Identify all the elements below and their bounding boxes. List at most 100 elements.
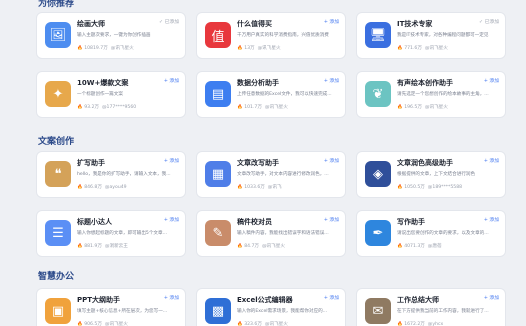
assistant-card[interactable]: ▣ PPT大纲助手 + 添加 填写主题+核心信息+所在层次，为您写一... 🔥 906.… [36, 288, 186, 326]
add-button[interactable]: + 添加 [164, 294, 179, 301]
card-description: 上传任意数据的Excel文件，我可以快速完成... [237, 92, 332, 97]
card-description: 输入你的Excel需求场景，我能帮你对应的... [237, 309, 328, 314]
summary-icon: ✉ [365, 298, 391, 324]
author: @讯飞星火 [264, 322, 288, 326]
card-meta: 🔥 13万 @讯飞星火 [237, 45, 281, 51]
card-title: 标题小达人 [77, 218, 112, 226]
assistant-card[interactable]: 值什么值得买 + 添加 千万用户真实的科学消费指南，兴值优质消费 🔥 13万 @讯飞星… [196, 12, 346, 59]
fire-icon: 🔥 [77, 46, 83, 51]
card-title: 有声绘本创作助手 [397, 79, 453, 87]
author: @洞新云王 [104, 244, 128, 249]
add-button[interactable]: + 添加 [484, 77, 499, 84]
assistant-card[interactable]: ✎ 稿件校对员 + 添加 输入稿件内容，我能找出错误字和语法错误... 🔥 84.7万 … [196, 210, 346, 257]
view-count: 1033.6万 [244, 185, 265, 190]
card-title: 什么值得买 [237, 20, 272, 28]
assistant-card[interactable]: ◈ 文章润色高级助手 + 添加 根据提供的文章，上下文结合进行润色 🔥 1050.5万 … [356, 151, 506, 198]
view-count: 1672.2万 [404, 322, 425, 326]
title-icon: ☰ [45, 220, 71, 246]
card-title: PPT大纲助手 [77, 296, 121, 304]
card-title: Excel公式编辑器 [237, 296, 293, 304]
fire-icon: 🔥 [397, 105, 403, 110]
view-count: 10819.7万 [84, 46, 108, 51]
card-meta: 🔥 84.7万 @讯飞星火 [237, 243, 285, 249]
assistant-card[interactable]: ❦ 有声绘本创作助手 + 添加 请先选定一个您想创作的绘本故事的主角，... 🔥 196… [356, 71, 506, 118]
add-button[interactable]: + 添加 [324, 18, 339, 25]
assistant-card[interactable]: ❝ 扩写助手 + 添加 hello，我是你的扩写助手，请输入文本，我... 🔥 846.… [36, 151, 186, 198]
add-button[interactable]: + 添加 [164, 77, 179, 84]
card-description: 输入稿件内容，我能找出错误字和语法错误... [237, 231, 329, 236]
add-button[interactable]: + 添加 [164, 157, 179, 164]
plus-icon: + [483, 79, 488, 84]
author: @ayou49 [104, 185, 127, 190]
add-button[interactable]: + 添加 [324, 77, 339, 84]
assistant-card[interactable]: ☰ 标题小达人 + 添加输入你想起标题的文章，即可输出5个文章... 🔥 881.9万… [36, 210, 186, 257]
author: @讯飞星火 [110, 46, 134, 51]
add-button[interactable]: + 添加 [164, 216, 179, 223]
assistant-card[interactable]: ✒ 写作助手 + 添加 请说出您要创作的文章的要求，以及文章的... 🔥 4071.3万… [356, 210, 506, 257]
assistant-card[interactable]: ▩ Excel公式编辑器 + 添加 输入你的Excel需求场景，我能帮你对应的... 🔥… [196, 288, 346, 326]
fire-icon: 🔥 [237, 46, 243, 51]
card-description: 输入你想起标题的文章，即可输出5个文章... [77, 231, 167, 236]
card-title: 工作总结大师 [397, 296, 439, 304]
add-button[interactable]: + 添加 [324, 294, 339, 301]
card-description: 文章改写助手，对文本内容进行修改润色，... [237, 172, 329, 177]
added-badge[interactable]: ✓ 已添加 [159, 18, 179, 25]
assistant-card[interactable]: 🖥 IT技术专家 ✓ 已添加 我是IT技术专家，对各种编程问题都可一定见 🔥 771.6… [356, 12, 506, 59]
view-count: 84.7万 [244, 244, 260, 249]
assistant-card[interactable]: ▤ 数据分析助手 + 添加 上传任意数据的Excel文件，我可以快速完成... 🔥 10… [196, 71, 346, 118]
assistant-card[interactable]: ▦ 文章改写助手 + 添加 文章改写助手，对文本内容进行修改润色，... 🔥 1033.… [196, 151, 346, 198]
author: @讯飞星火 [104, 322, 128, 326]
add-button[interactable]: + 添加 [484, 157, 499, 164]
card-title: 扩写助手 [77, 159, 105, 167]
card-description: 请说出您要创作的文章的要求，以及文章的... [397, 231, 489, 236]
card-meta: 🔥 10819.7万 @讯飞星火 [77, 45, 134, 51]
author: @189****5588 [427, 185, 463, 190]
card-title: 绘画大师 [77, 20, 105, 28]
view-count: 881.9万 [84, 244, 102, 249]
card-title: 文章润色高级助手 [397, 159, 453, 167]
card-description: 一个标题创作一篇文案 [77, 92, 123, 97]
view-count: 1050.5万 [404, 185, 425, 190]
view-count: 13万 [244, 46, 255, 51]
view-count: 846.8万 [84, 185, 102, 190]
card-meta: 🔥 881.9万 @洞新云王 [77, 243, 128, 249]
card-description: hello，我是你的扩写助手，请输入文本，我... [77, 172, 171, 177]
card-meta: 🔥 771.6万 @讯飞星火 [397, 45, 448, 51]
view-count: 196.5万 [404, 105, 422, 110]
paint-icon: 🖼 [45, 22, 71, 48]
author: @讯飞星火 [257, 46, 281, 51]
plus-icon: + [323, 218, 328, 223]
assistant-card[interactable]: 🖼 绘画大师 ✓ 已添加 输入主题次要求，一键为你创作插画 🔥 10819.7万 @讯飞… [36, 12, 186, 59]
card-description: 根据提供的文章，上下文结合进行润色 [397, 172, 476, 177]
assistant-card[interactable]: ✉ 工作总结大师 + 添加 在下方提供我当前的工作内容，我就进行了... 🔥 1672.… [356, 288, 506, 326]
fire-icon: 🔥 [237, 185, 243, 190]
add-button[interactable]: + 添加 [484, 216, 499, 223]
author: @讯飞星火 [261, 244, 285, 249]
card-title: 文章改写助手 [237, 159, 279, 167]
card-meta: 🔥 846.8万 @ayou49 [77, 184, 127, 190]
add-button[interactable]: + 添加 [324, 216, 339, 223]
add-button[interactable]: + 添加 [324, 157, 339, 164]
card-title: IT技术专家 [397, 20, 433, 28]
fire-icon: 🔥 [237, 244, 243, 249]
card-meta: 🔥 93.2万 @177****9560 [77, 104, 136, 110]
plus-icon: + [483, 159, 488, 164]
plus-icon: + [323, 79, 328, 84]
card-description: 千万用户真实的科学消费指南，兴值优质消费 [237, 33, 329, 38]
view-count: 4071.3万 [404, 244, 425, 249]
card-grid-office: ▣ PPT大纲助手 + 添加 填写主题+核心信息+所在层次，为您写一... 🔥 906.… [36, 288, 520, 326]
plus-icon: + [323, 159, 328, 164]
pen-icon: ✒ [365, 220, 391, 246]
card-meta: 🔥 906.5万 @讯飞星火 [77, 321, 128, 326]
fire-icon: 🔥 [77, 105, 83, 110]
section-title-recommend: 为你推荐 [38, 0, 75, 9]
card-title: 10W+爆款文案 [77, 79, 129, 87]
assistant-card[interactable]: ✦ 10W+爆款文案 + 添加 一个标题创作一篇文案 🔥 93.2万 @177****9… [36, 71, 186, 118]
card-grid-copywriting: ❝ 扩写助手 + 添加 hello，我是你的扩写助手，请输入文本，我... 🔥 846.… [36, 151, 520, 257]
add-button[interactable]: + 添加 [484, 294, 499, 301]
card-meta: 🔥 1033.6万 @讯飞 [237, 184, 282, 190]
added-badge[interactable]: ✓ 已添加 [479, 18, 499, 25]
plus-icon: + [483, 218, 488, 223]
plus-icon: + [163, 79, 168, 84]
fire-icon: 🔥 [77, 322, 83, 326]
